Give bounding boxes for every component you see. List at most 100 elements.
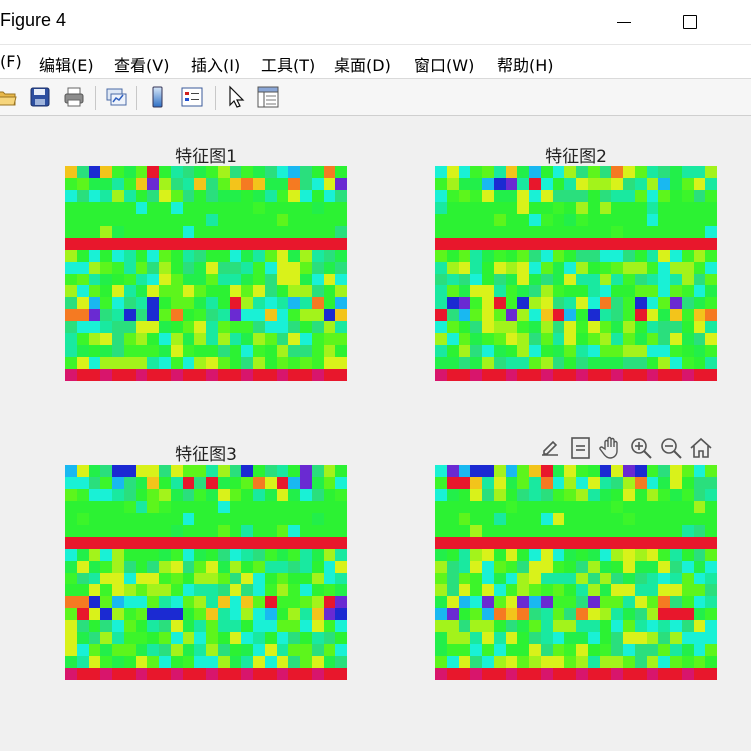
heatmap-cell — [229, 476, 242, 489]
heatmap-cell — [623, 249, 635, 262]
heatmap-cell — [446, 488, 459, 501]
minimize-button[interactable] — [612, 8, 638, 34]
heatmap-cell — [493, 345, 506, 358]
open-file-icon[interactable] — [0, 85, 18, 109]
heatmap-cell — [446, 536, 459, 549]
heatmap-cell — [170, 536, 183, 549]
menu-window[interactable]: 窗口(W) — [414, 52, 474, 76]
menu-insert[interactable]: 插入(I) — [191, 52, 240, 76]
heatmap-cell — [505, 189, 518, 202]
colorbar-icon[interactable] — [146, 85, 170, 109]
feature-map-4[interactable] — [435, 465, 717, 680]
heatmap-cell — [540, 632, 553, 645]
zoom-out-icon[interactable] — [658, 435, 684, 461]
heatmap-cell — [658, 213, 670, 226]
heatmap-cell — [564, 273, 576, 286]
heatmap-cell — [529, 237, 541, 250]
heatmap-cell — [241, 345, 253, 358]
heatmap-cell — [311, 201, 324, 214]
heatmap-cell — [470, 656, 482, 669]
heatmap-cell — [599, 524, 612, 537]
heatmap-cell — [634, 261, 647, 274]
heatmap-cell — [182, 189, 195, 202]
heatmap-cell — [634, 213, 647, 226]
home-icon[interactable] — [688, 435, 714, 461]
heatmap-cell — [76, 488, 89, 501]
maximize-button[interactable] — [676, 9, 702, 35]
heatmap-cell — [658, 512, 670, 525]
legend-icon[interactable] — [180, 85, 204, 109]
heatmap-cell — [670, 536, 682, 549]
heatmap-cell — [587, 476, 600, 489]
heatmap-cell — [611, 608, 623, 621]
heatmap-cell — [170, 297, 183, 310]
heatmap-cell — [65, 357, 77, 370]
zoom-in-icon[interactable] — [628, 435, 654, 461]
heatmap-cell — [705, 620, 717, 633]
heatmap-cell — [311, 656, 324, 669]
property-inspector-icon[interactable] — [256, 85, 280, 109]
heatmap-cell — [517, 213, 529, 226]
heatmap-cell — [540, 620, 553, 633]
heatmap-cell — [170, 189, 183, 202]
heatmap-cell — [147, 548, 159, 561]
heatmap-cell — [634, 189, 647, 202]
menu-view[interactable]: 查看(V) — [114, 52, 169, 76]
heatmap-cell — [88, 261, 101, 274]
export-icon[interactable] — [538, 435, 564, 461]
heatmap-cell — [552, 476, 565, 489]
heatmap-cell — [564, 560, 576, 573]
heatmap-cell — [123, 572, 136, 585]
heatmap-cell — [65, 321, 77, 334]
heatmap-cell — [611, 548, 623, 561]
pan-icon[interactable] — [598, 435, 624, 461]
heatmap-cell — [217, 656, 230, 669]
heatmap-cell — [229, 285, 242, 298]
data-tips-icon[interactable] — [568, 435, 594, 461]
heatmap-cell — [76, 237, 89, 250]
heatmap-cell — [323, 548, 336, 561]
pointer-icon[interactable] — [224, 85, 248, 109]
save-icon[interactable] — [28, 85, 52, 109]
heatmap-cell — [693, 584, 706, 597]
print-icon[interactable] — [62, 85, 86, 109]
menu-desktop[interactable]: 桌面(D) — [334, 52, 391, 76]
heatmap-cell — [470, 476, 482, 489]
heatmap-cell — [241, 632, 253, 645]
menu-tools[interactable]: 工具(T) — [261, 52, 315, 76]
feature-map-2[interactable] — [435, 166, 717, 381]
heatmap-cell — [288, 620, 300, 633]
menu-help[interactable]: 帮助(H) — [497, 52, 554, 76]
heatmap-cell — [599, 189, 612, 202]
feature-map-1[interactable] — [65, 166, 347, 381]
heatmap-cell — [482, 560, 494, 573]
heatmap-cell — [217, 177, 230, 190]
heatmap-cell — [576, 500, 588, 513]
menu-edit[interactable]: 编辑(E) — [39, 52, 94, 76]
menu-file[interactable]: (F) — [0, 52, 22, 71]
heatmap-cell — [217, 620, 230, 633]
heatmap-cell — [446, 177, 459, 190]
heatmap-cell — [123, 584, 136, 597]
heatmap-cell — [123, 201, 136, 214]
feature-map-3[interactable] — [65, 465, 347, 680]
heatmap-cell — [65, 536, 77, 549]
link-plot-icon[interactable] — [104, 85, 128, 109]
heatmap-cell — [65, 309, 77, 322]
heatmap-cell — [88, 357, 101, 370]
heatmap-cell — [135, 512, 148, 525]
heatmap-cell — [112, 237, 124, 250]
heatmap-cell — [529, 632, 541, 645]
heatmap-cell — [493, 644, 506, 657]
heatmap-cell — [446, 333, 459, 346]
heatmap-cell — [123, 213, 136, 226]
heatmap-cell — [482, 261, 494, 274]
heatmap-cell — [587, 369, 600, 381]
heatmap-cell — [194, 345, 206, 358]
heatmap-cell — [505, 166, 518, 178]
heatmap-cell — [100, 309, 112, 322]
heatmap-cell — [446, 632, 459, 645]
heatmap-cell — [435, 201, 447, 214]
heatmap-cell — [670, 369, 682, 381]
heatmap-cell — [493, 608, 506, 621]
